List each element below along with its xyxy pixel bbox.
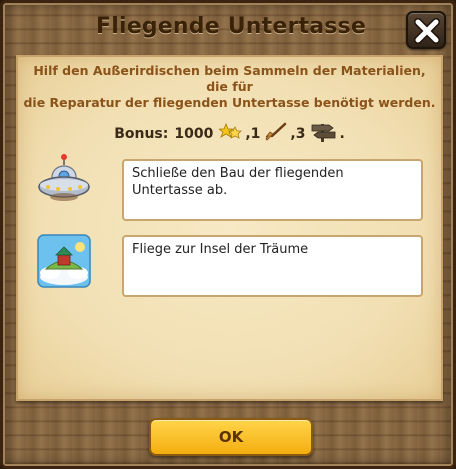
star-count: ,1 — [245, 126, 261, 142]
content-panel: Hilf den Außerirdischen beim Sammeln der… — [16, 55, 443, 401]
task-text-box: Fliege zur Insel der Träume — [122, 235, 423, 297]
gold-stars-icon — [218, 122, 243, 146]
task-description-line1: Hilf den Außerirdischen beim Sammeln der… — [33, 63, 426, 94]
bonus-row: Bonus: 1000 ,1 ,3 . — [18, 122, 441, 146]
broom-count: ,3 — [290, 126, 306, 142]
task-text-box: Schließe den Bau der fliegenden Untertas… — [122, 159, 423, 221]
broom-icon — [264, 122, 288, 146]
signpost-count: . — [339, 126, 345, 142]
task-description: Hilf den Außerirdischen beim Sammeln der… — [22, 63, 437, 111]
bonus-label: Bonus: — [114, 126, 169, 142]
dialog-title: Fliegende Untertasse — [96, 14, 366, 39]
close-button[interactable] — [406, 11, 446, 49]
ok-button[interactable]: OK — [149, 418, 313, 456]
ufo-icon — [36, 153, 92, 209]
dream-island-icon — [36, 233, 92, 289]
bonus-amount: 1000 — [174, 126, 214, 142]
signpost-icon — [309, 122, 337, 146]
task-dialog: Fliegende Untertasse Hilf den Außerirdis… — [0, 0, 456, 469]
close-x-icon — [414, 18, 440, 44]
task-description-line2: die Reparatur der fliegenden Untertasse … — [23, 95, 436, 110]
